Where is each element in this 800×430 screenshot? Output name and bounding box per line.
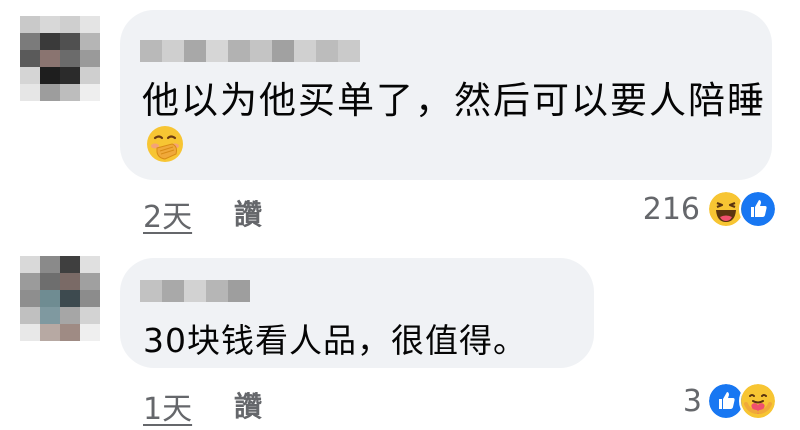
avatar[interactable]	[20, 16, 100, 101]
commenter-name-blurred[interactable]	[140, 280, 250, 302]
commenter-name-blurred[interactable]	[140, 40, 360, 62]
hand-over-mouth-emoji	[147, 126, 183, 162]
like-button[interactable]: 讚	[234, 385, 262, 425]
like-button[interactable]: 讚	[234, 193, 262, 233]
comment-text: 30块钱看人品，很值得。	[143, 321, 527, 360]
like-reaction-icon	[739, 190, 777, 228]
reaction-count[interactable]: 216	[630, 192, 700, 227]
reaction-count[interactable]: 3	[660, 384, 702, 419]
comment-thread: 他以为他买单了，然后可以要人陪睡 2天 讚 216 30块钱看人品，很值得。 1…	[0, 0, 800, 430]
avatar[interactable]	[20, 256, 100, 341]
comment-text: 他以为他买单了，然后可以要人陪睡	[142, 79, 766, 122]
comment-time-link[interactable]: 2天	[143, 192, 192, 236]
comment-time-link[interactable]: 1天	[143, 384, 192, 428]
care-reaction-icon	[739, 382, 777, 420]
